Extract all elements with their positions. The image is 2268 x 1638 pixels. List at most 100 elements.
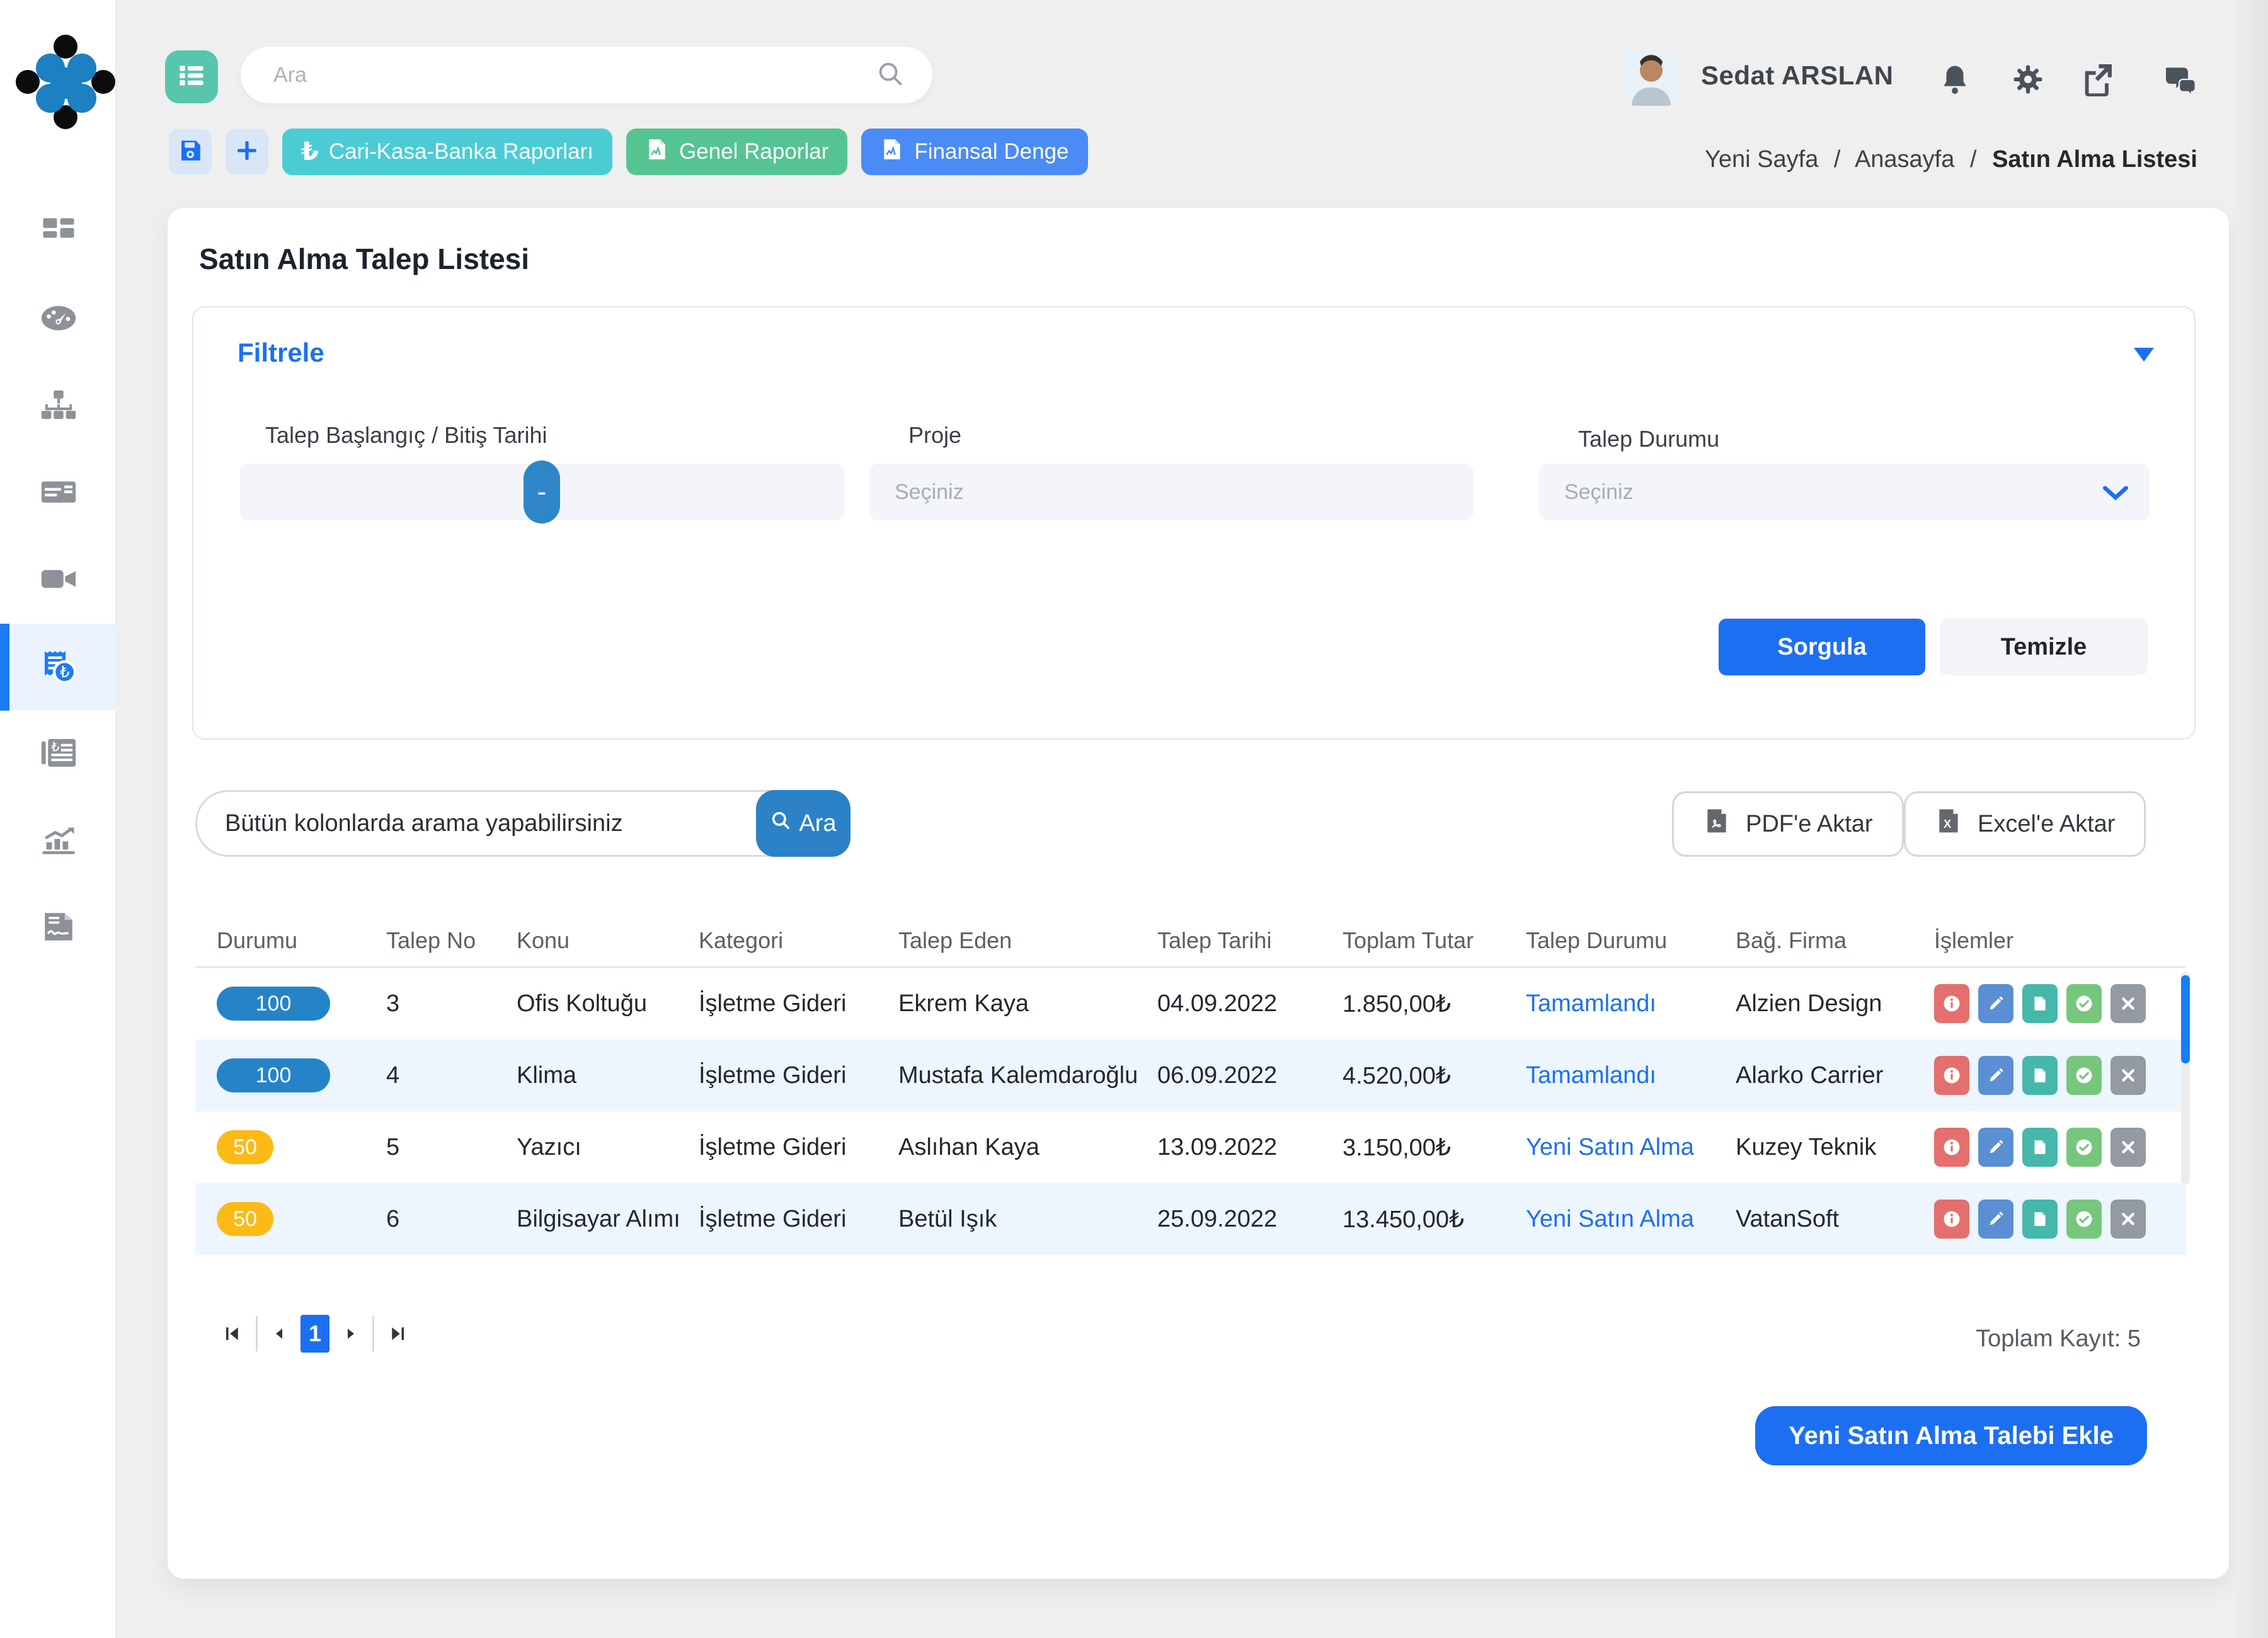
next-page-icon[interactable] <box>343 1326 358 1342</box>
cell-actions <box>1934 1056 2186 1095</box>
cell-durumu: 50 <box>217 1130 386 1164</box>
tab-genel-raporlar[interactable]: Genel Raporlar <box>626 129 847 175</box>
cell-firma: Kuzey Teknik <box>1736 1134 1934 1161</box>
tab-label: Cari-Kasa-Banka Raporları <box>329 139 593 164</box>
cell-konu: Klima <box>517 1062 699 1089</box>
chat-icon[interactable] <box>2161 62 2197 100</box>
prev-page-icon[interactable] <box>272 1326 287 1342</box>
info-button[interactable] <box>1934 1128 1969 1167</box>
column-header: Talep No <box>386 927 517 954</box>
save-page-button[interactable] <box>169 129 212 175</box>
sidebar-item-contracts[interactable] <box>0 885 117 971</box>
bell-icon[interactable] <box>1938 62 1972 100</box>
info-button[interactable] <box>1934 1056 1969 1095</box>
sidebar: ₺ ₺ <box>0 0 117 1638</box>
remove-button[interactable] <box>2110 1056 2146 1095</box>
tab-finansal-denge[interactable]: Finansal Denge <box>861 129 1087 175</box>
column-header: Talep Tarihi <box>1157 927 1343 954</box>
remove-button[interactable] <box>2110 1200 2146 1239</box>
proje-select[interactable]: Seçiniz <box>869 464 1474 520</box>
cell-talep-eden: Ekrem Kaya <box>898 990 1157 1017</box>
table-scrollbar-thumb[interactable] <box>2181 975 2190 1063</box>
sidebar-item-org-chart[interactable] <box>0 363 117 450</box>
last-page-icon[interactable] <box>388 1324 407 1343</box>
cell-talep-durumu[interactable]: Yeni Satın Alma <box>1526 1134 1736 1161</box>
sidebar-item-bank-card[interactable] <box>0 450 117 537</box>
menu-button[interactable] <box>165 50 218 103</box>
approve-button[interactable] <box>2066 1056 2102 1095</box>
cell-talep-durumu[interactable]: Tamamlandı <box>1526 1062 1736 1089</box>
progress-badge: 50 <box>217 1202 273 1236</box>
main-card: Satın Alma Talep Listesi Filtrele Talep … <box>168 208 2229 1579</box>
export-pdf-button[interactable]: PDF'e Aktar <box>1672 791 1904 857</box>
document-button[interactable] <box>2022 1056 2058 1095</box>
lira-icon: ₺ <box>301 137 319 166</box>
sidebar-item-invoices[interactable]: ₺ <box>0 711 117 798</box>
search-icon <box>876 59 905 91</box>
approve-button[interactable] <box>2066 1200 2102 1239</box>
talep-durumu-placeholder: Seçiniz <box>1539 480 1634 505</box>
cell-toplam-tutar: 13.450,00₺ <box>1343 1205 1526 1234</box>
edit-button[interactable] <box>1978 1056 2013 1095</box>
cell-talep-tarihi: 04.09.2022 <box>1157 990 1343 1017</box>
document-button[interactable] <box>2022 1200 2058 1239</box>
global-search-input[interactable] <box>241 63 876 88</box>
edit-button[interactable] <box>1978 1128 2013 1167</box>
menu-list-icon <box>176 60 207 94</box>
dashboard-icon <box>39 212 78 254</box>
edit-button[interactable] <box>1978 984 2013 1023</box>
table-search-input[interactable] <box>195 790 850 857</box>
document-button[interactable] <box>2022 984 2058 1023</box>
cell-talep-durumu[interactable]: Tamamlandı <box>1526 990 1736 1017</box>
column-header: Toplam Tutar <box>1343 927 1526 954</box>
remove-button[interactable] <box>2110 984 2146 1023</box>
column-header: Konu <box>517 927 699 954</box>
collapse-caret-icon[interactable] <box>2134 348 2154 362</box>
talep-durumu-select[interactable]: Seçiniz <box>1539 464 2150 520</box>
sidebar-item-dashboard[interactable] <box>0 189 117 276</box>
document-button[interactable] <box>2022 1128 2058 1167</box>
breadcrumb-anasayfa[interactable]: Anasayfa <box>1855 146 1954 173</box>
approve-button[interactable] <box>2066 1128 2102 1167</box>
cell-talep-eden: Betül Işık <box>898 1206 1157 1233</box>
sorgula-button[interactable]: Sorgula <box>1719 619 1925 675</box>
info-button[interactable] <box>1934 984 1969 1023</box>
cell-talep-no: 6 <box>386 1206 517 1233</box>
ara-button[interactable]: Ara <box>756 790 850 857</box>
sidebar-item-purchase-requests[interactable]: ₺ <box>0 624 117 711</box>
gauge-icon <box>38 299 79 341</box>
cell-talep-durumu[interactable]: Yeni Satın Alma <box>1526 1206 1736 1233</box>
add-purchase-request-button[interactable]: Yeni Satın Alma Talebi Ekle <box>1755 1406 2147 1465</box>
info-button[interactable] <box>1934 1200 1969 1239</box>
user-name[interactable]: Sedat ARSLAN <box>1701 60 1893 91</box>
gear-icon[interactable] <box>2011 62 2045 100</box>
total-records-label: Toplam Kayıt: 5 <box>1976 1326 2141 1353</box>
export-excel-button[interactable]: X Excel'e Aktar <box>1904 791 2146 857</box>
sidebar-item-sales-chart[interactable] <box>0 798 117 885</box>
share-icon[interactable] <box>2079 60 2116 100</box>
user-avatar[interactable] <box>1623 49 1680 106</box>
table-body: 100 3 Ofis Koltuğu İşletme Gideri Ekrem … <box>195 968 2186 1255</box>
cell-actions <box>1934 1128 2186 1167</box>
breadcrumb: Yeni Sayfa / Anasayfa / Satın Alma Liste… <box>1705 146 2197 173</box>
approve-button[interactable] <box>2066 984 2102 1023</box>
page-number[interactable]: 1 <box>301 1315 329 1353</box>
tab-cari-kasa-banka-raporlari[interactable]: ₺ Cari-Kasa-Banka Raporları <box>282 129 612 175</box>
cell-kategori: İşletme Gideri <box>699 1206 898 1233</box>
svg-text:₺: ₺ <box>59 663 69 681</box>
edit-button[interactable] <box>1978 1200 2013 1239</box>
bank-card-icon <box>38 472 79 515</box>
breadcrumb-yeni-sayfa[interactable]: Yeni Sayfa <box>1705 146 1818 173</box>
add-tab-button[interactable] <box>226 129 268 175</box>
remove-button[interactable] <box>2110 1128 2146 1167</box>
first-page-icon[interactable] <box>223 1324 242 1343</box>
table-scrollbar-track[interactable] <box>2181 971 2190 1184</box>
temizle-button[interactable]: Temizle <box>1940 619 2148 675</box>
sidebar-item-gauge[interactable] <box>0 276 117 363</box>
date-range-input[interactable]: - <box>240 464 845 520</box>
pagination: 1 <box>223 1314 407 1353</box>
page-scrollbar-gutter <box>2236 0 2268 1638</box>
cell-konu: Yazıcı <box>517 1134 699 1161</box>
sidebar-item-video[interactable] <box>0 537 117 624</box>
filter-title: Filtrele <box>238 338 324 368</box>
